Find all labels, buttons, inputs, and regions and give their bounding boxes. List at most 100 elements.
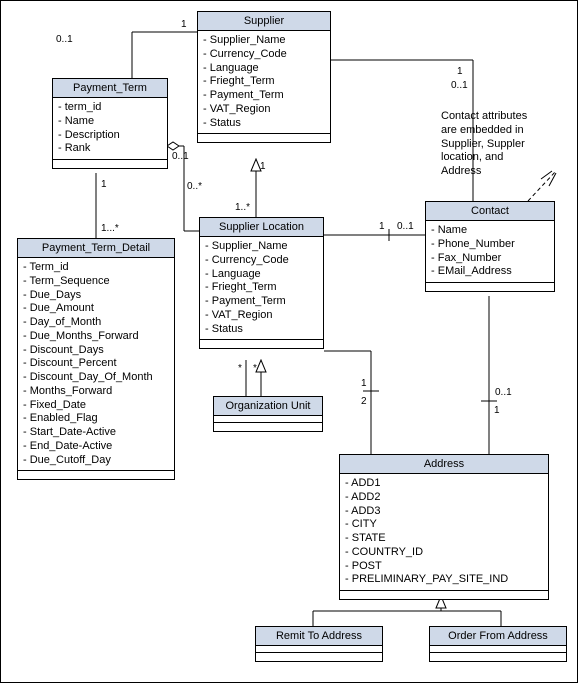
mult: 0..1 xyxy=(172,151,189,162)
class-title: Payment_Term xyxy=(53,79,167,98)
mult: 0..* xyxy=(187,181,202,192)
mult: 2 xyxy=(361,396,367,407)
attr: - Currency_Code xyxy=(203,48,325,62)
class-contact: Contact - Name - Phone_Number - Fax_Numb… xyxy=(425,201,555,292)
attr: - EMail_Address xyxy=(431,265,549,279)
attr: - ADD3 xyxy=(345,505,543,519)
mult: 1...* xyxy=(101,223,119,234)
attr: - ADD2 xyxy=(345,491,543,505)
class-title: Supplier Location xyxy=(200,218,323,237)
class-title: Organization Unit xyxy=(214,397,322,416)
attr: - Months_Forward xyxy=(23,385,169,399)
attr: - Language xyxy=(203,62,325,76)
attr: - Currency_Code xyxy=(205,254,318,268)
mult: * xyxy=(253,363,257,374)
attr: - Supplier_Name xyxy=(205,240,318,254)
class-ops xyxy=(256,653,382,661)
mult: 1 xyxy=(494,405,500,416)
class-ops xyxy=(426,283,554,291)
class-org-unit: Organization Unit xyxy=(213,396,323,432)
attr: - Term_id xyxy=(23,261,169,275)
attr: - Due_Days xyxy=(23,289,169,303)
attr: - Payment_Term xyxy=(203,89,325,103)
attr: - Description xyxy=(58,129,162,143)
attr: - COUNTRY_ID xyxy=(345,546,543,560)
mult: 0..1 xyxy=(451,80,468,91)
attr: - VAT_Region xyxy=(205,309,318,323)
class-title: Contact xyxy=(426,202,554,221)
class-ops xyxy=(53,160,167,168)
mult: 1 xyxy=(101,179,107,190)
class-title: Order From Address xyxy=(430,627,566,646)
attr: - Status xyxy=(205,323,318,337)
class-payment-term: Payment_Term - term_id - Name - Descript… xyxy=(52,78,168,169)
class-attrs: - ADD1 - ADD2 - ADD3 - CITY - STATE - CO… xyxy=(340,474,548,591)
class-order-from: Order From Address xyxy=(429,626,567,662)
class-title: Supplier xyxy=(198,12,330,31)
attr: - Rank xyxy=(58,142,162,156)
class-ops xyxy=(430,653,566,661)
attr: - Payment_Term xyxy=(205,295,318,309)
attr: - Fixed_Date xyxy=(23,399,169,413)
class-ops xyxy=(198,134,330,142)
attr: - Frieght_Term xyxy=(203,75,325,89)
attr: - ADD1 xyxy=(345,477,543,491)
attr: - Due_Cutoff_Day xyxy=(23,454,169,468)
class-remit-to: Remit To Address xyxy=(255,626,383,662)
attr: - Language xyxy=(205,268,318,282)
attr: - Day_of_Month xyxy=(23,316,169,330)
mult: 0..1 xyxy=(397,221,414,232)
mult: 1 xyxy=(361,378,367,389)
class-supplier-location: Supplier Location - Supplier_Name - Curr… xyxy=(199,217,324,349)
class-attrs xyxy=(214,416,322,423)
attr: - Supplier_Name xyxy=(203,34,325,48)
attr: - Term_Sequence xyxy=(23,275,169,289)
note-contact-embedded: Contact attributes are embedded in Suppl… xyxy=(441,110,571,179)
class-attrs: - Name - Phone_Number - Fax_Number - EMa… xyxy=(426,221,554,283)
mult: 0..1 xyxy=(495,387,512,398)
attr: - Due_Months_Forward xyxy=(23,330,169,344)
mult: 0..1 xyxy=(56,34,73,45)
attr: - Due_Amount xyxy=(23,302,169,316)
class-title: Remit To Address xyxy=(256,627,382,646)
class-attrs xyxy=(430,646,566,653)
attr: - Status xyxy=(203,117,325,131)
attr: - End_Date-Active xyxy=(23,440,169,454)
class-attrs: - Supplier_Name - Currency_Code - Langua… xyxy=(198,31,330,134)
class-supplier: Supplier - Supplier_Name - Currency_Code… xyxy=(197,11,331,143)
attr: - STATE xyxy=(345,532,543,546)
attr: - Start_Date-Active xyxy=(23,426,169,440)
mult: 1 xyxy=(260,161,266,172)
attr: - Discount_Days xyxy=(23,344,169,358)
attr: - PRELIMINARY_PAY_SITE_IND xyxy=(345,573,543,587)
attr: - VAT_Region xyxy=(203,103,325,117)
class-title: Address xyxy=(340,455,548,474)
class-address: Address - ADD1 - ADD2 - ADD3 - CITY - ST… xyxy=(339,454,549,600)
attr: - term_id xyxy=(58,101,162,115)
mult: 1 xyxy=(181,19,187,30)
mult: * xyxy=(238,363,242,374)
class-payment-term-detail: Payment_Term_Detail - Term_id - Term_Seq… xyxy=(17,238,175,480)
attr: - Frieght_Term xyxy=(205,281,318,295)
class-attrs: - term_id - Name - Description - Rank xyxy=(53,98,167,160)
mult: 1 xyxy=(457,66,463,77)
attr: - CITY xyxy=(345,518,543,532)
class-ops xyxy=(200,340,323,348)
class-attrs: - Term_id - Term_Sequence - Due_Days - D… xyxy=(18,258,174,471)
attr: - Discount_Percent xyxy=(23,357,169,371)
class-title: Payment_Term_Detail xyxy=(18,239,174,258)
attr: - Discount_Day_Of_Month xyxy=(23,371,169,385)
mult: 1 xyxy=(379,221,385,232)
uml-canvas: Supplier - Supplier_Name - Currency_Code… xyxy=(0,0,578,683)
attr: - POST xyxy=(345,560,543,574)
class-attrs xyxy=(256,646,382,653)
mult: 1..* xyxy=(235,202,250,213)
attr: - Phone_Number xyxy=(431,238,549,252)
class-ops xyxy=(214,423,322,431)
attr: - Name xyxy=(58,115,162,129)
class-attrs: - Supplier_Name - Currency_Code - Langua… xyxy=(200,237,323,340)
class-ops xyxy=(18,471,174,479)
attr: - Fax_Number xyxy=(431,252,549,266)
class-ops xyxy=(340,591,548,599)
attr: - Name xyxy=(431,224,549,238)
